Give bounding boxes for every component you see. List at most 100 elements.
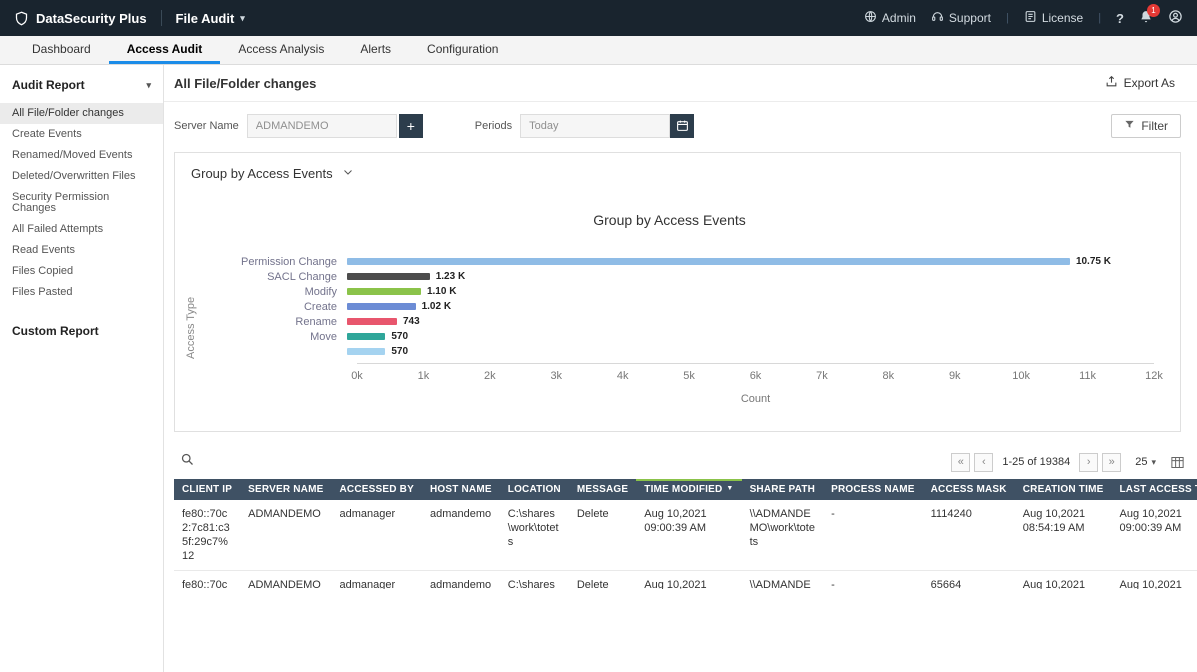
module-switcher[interactable]: File Audit ▾ — [176, 11, 245, 26]
column-chooser-icon[interactable] — [1170, 455, 1185, 470]
chart-value-label: 570 — [391, 346, 408, 357]
x-axis-tick: 9k — [949, 370, 961, 382]
page-size-select[interactable]: 25 ▾ — [1135, 456, 1156, 468]
table-cell: 65664 — [923, 571, 1015, 590]
chart-bar-row: Rename743 — [199, 314, 1154, 329]
calendar-icon — [676, 119, 689, 134]
audit-report-section[interactable]: Audit Report ▾ — [0, 65, 163, 103]
tab-access-audit[interactable]: Access Audit — [109, 36, 221, 64]
column-header[interactable]: CLIENT IP — [174, 479, 240, 500]
last-page-button[interactable]: » — [1102, 453, 1121, 472]
column-header[interactable]: SERVER NAME — [240, 479, 331, 500]
server-name-input[interactable] — [247, 114, 397, 138]
audit-table: CLIENT IPSERVER NAMEACCESSED BYHOST NAME… — [174, 479, 1197, 589]
table-cell: \\ADMANDEMO\work\tot — [742, 571, 824, 590]
x-axis: 0k1k2k3k4k5k6k7k8k9k10k11k12k — [357, 363, 1154, 385]
table-row[interactable]: fe80::70c2:7c81:c35f:29c7%12ADMANDEMOadm… — [174, 571, 1197, 590]
license-menu[interactable]: License — [1024, 10, 1083, 26]
table-cell: ADMANDEMO — [240, 571, 331, 590]
search-icon[interactable] — [180, 452, 195, 472]
column-header[interactable]: CREATION TIME — [1015, 479, 1112, 500]
topbar-divider — [161, 10, 162, 26]
support-menu[interactable]: Support — [931, 10, 991, 26]
table-cell: \\ADMANDEMO\work\totets — [742, 500, 824, 571]
topbar-separator: | — [1006, 12, 1009, 24]
column-header[interactable]: LAST ACCESS TIME — [1111, 479, 1197, 500]
x-axis-tick: 4k — [617, 370, 629, 382]
sidebar-item[interactable]: All File/Folder changes — [0, 103, 163, 124]
add-server-button[interactable]: + — [399, 114, 423, 138]
chart-bar — [347, 273, 430, 280]
tab-configuration[interactable]: Configuration — [409, 36, 516, 64]
filter-button[interactable]: Filter — [1111, 114, 1181, 138]
table-cell: Delete — [569, 500, 636, 571]
app-root: DataSecurity Plus File Audit ▾ Admin Sup… — [0, 0, 1197, 672]
prev-page-button[interactable]: ‹ — [974, 453, 993, 472]
sidebar-item[interactable]: All Failed Attempts — [0, 219, 163, 240]
user-menu[interactable] — [1168, 9, 1183, 27]
column-header[interactable]: HOST NAME — [422, 479, 500, 500]
tab-access-analysis[interactable]: Access Analysis — [220, 36, 342, 64]
table-cell: - — [823, 500, 923, 571]
user-avatar-icon — [1168, 9, 1183, 27]
periods-input[interactable] — [520, 114, 670, 138]
column-header[interactable]: TIME MODIFIED▼ — [636, 479, 741, 500]
table-cell: Aug 10,2021 09:00:39 AM — [636, 500, 741, 571]
brand-name: DataSecurity Plus — [36, 11, 147, 26]
table-cell: 1114240 — [923, 500, 1015, 571]
chart-value-label: 570 — [391, 331, 408, 342]
column-header[interactable]: PROCESS NAME — [823, 479, 923, 500]
sidebar-item[interactable]: Files Pasted — [0, 282, 163, 303]
sidebar-item[interactable]: Create Events — [0, 124, 163, 145]
x-axis-tick: 12k — [1145, 370, 1163, 382]
table-cell: admanager — [332, 500, 422, 571]
sidebar-item[interactable]: Renamed/Moved Events — [0, 145, 163, 166]
chart-bar-track: 1.02 K — [347, 299, 1154, 314]
brand-logo-icon — [14, 11, 29, 26]
x-axis-tick: 8k — [883, 370, 895, 382]
sidebar-item[interactable]: Security Permission Changes — [0, 187, 163, 219]
sidebar-item[interactable]: Read Events — [0, 240, 163, 261]
tab-alerts[interactable]: Alerts — [342, 36, 409, 64]
chart-bar — [347, 258, 1070, 265]
tab-dashboard[interactable]: Dashboard — [14, 36, 109, 64]
server-name-label: Server Name — [174, 120, 239, 132]
column-header[interactable]: ACCESS MASK — [923, 479, 1015, 500]
x-axis-label: Count — [357, 393, 1154, 405]
column-header[interactable]: LOCATION — [500, 479, 569, 500]
help-icon[interactable]: ? — [1116, 11, 1124, 26]
sidebar-item[interactable]: Files Copied — [0, 261, 163, 282]
column-header[interactable]: SHARE PATH — [742, 479, 824, 500]
chart-bar-track: 1.23 K — [347, 269, 1154, 284]
next-page-button[interactable]: › — [1079, 453, 1098, 472]
table-cell: - — [823, 571, 923, 590]
domain-globe-icon — [864, 10, 877, 26]
column-header[interactable]: MESSAGE — [569, 479, 636, 500]
column-header[interactable]: ACCESSED BY — [332, 479, 422, 500]
admin-menu[interactable]: Admin — [864, 10, 916, 26]
export-icon — [1105, 75, 1118, 91]
sort-desc-icon: ▼ — [726, 485, 733, 492]
chart-category-label: Permission Change — [199, 256, 347, 268]
table-cell: ADMANDEMO — [240, 500, 331, 571]
custom-report-section[interactable]: Custom Report — [0, 311, 163, 349]
group-by-panel: Group by Access Events Group by Access E… — [174, 152, 1181, 432]
headset-icon — [931, 10, 944, 26]
notifications-button[interactable]: 1 — [1139, 10, 1153, 27]
access-events-chart: Group by Access Events Access Type Permi… — [175, 212, 1180, 431]
table-cell: Aug 10,2021 08:54:35 AM — [1111, 571, 1197, 590]
topbar-separator: | — [1098, 12, 1101, 24]
nav-tabs: DashboardAccess AuditAccess AnalysisAler… — [14, 36, 516, 64]
table-row[interactable]: fe80::70c2:7c81:c35f:29c7%12ADMANDEMOadm… — [174, 500, 1197, 571]
export-as-button[interactable]: Export As — [1099, 74, 1181, 92]
chart-title: Group by Access Events — [185, 212, 1154, 228]
sidebar-item[interactable]: Deleted/Overwritten Files — [0, 166, 163, 187]
chart-value-label: 1.10 K — [427, 286, 456, 297]
group-by-collapser[interactable]: Group by Access Events — [175, 153, 1180, 194]
table-cell: Aug 10,2021 08:54:19 AM — [1015, 500, 1112, 571]
chart-value-label: 743 — [403, 316, 420, 327]
chart-bar-row: Move570 — [199, 329, 1154, 344]
first-page-button[interactable]: « — [951, 453, 970, 472]
table-cell: C:\shares\work\totets — [500, 500, 569, 571]
calendar-button[interactable] — [670, 114, 694, 138]
